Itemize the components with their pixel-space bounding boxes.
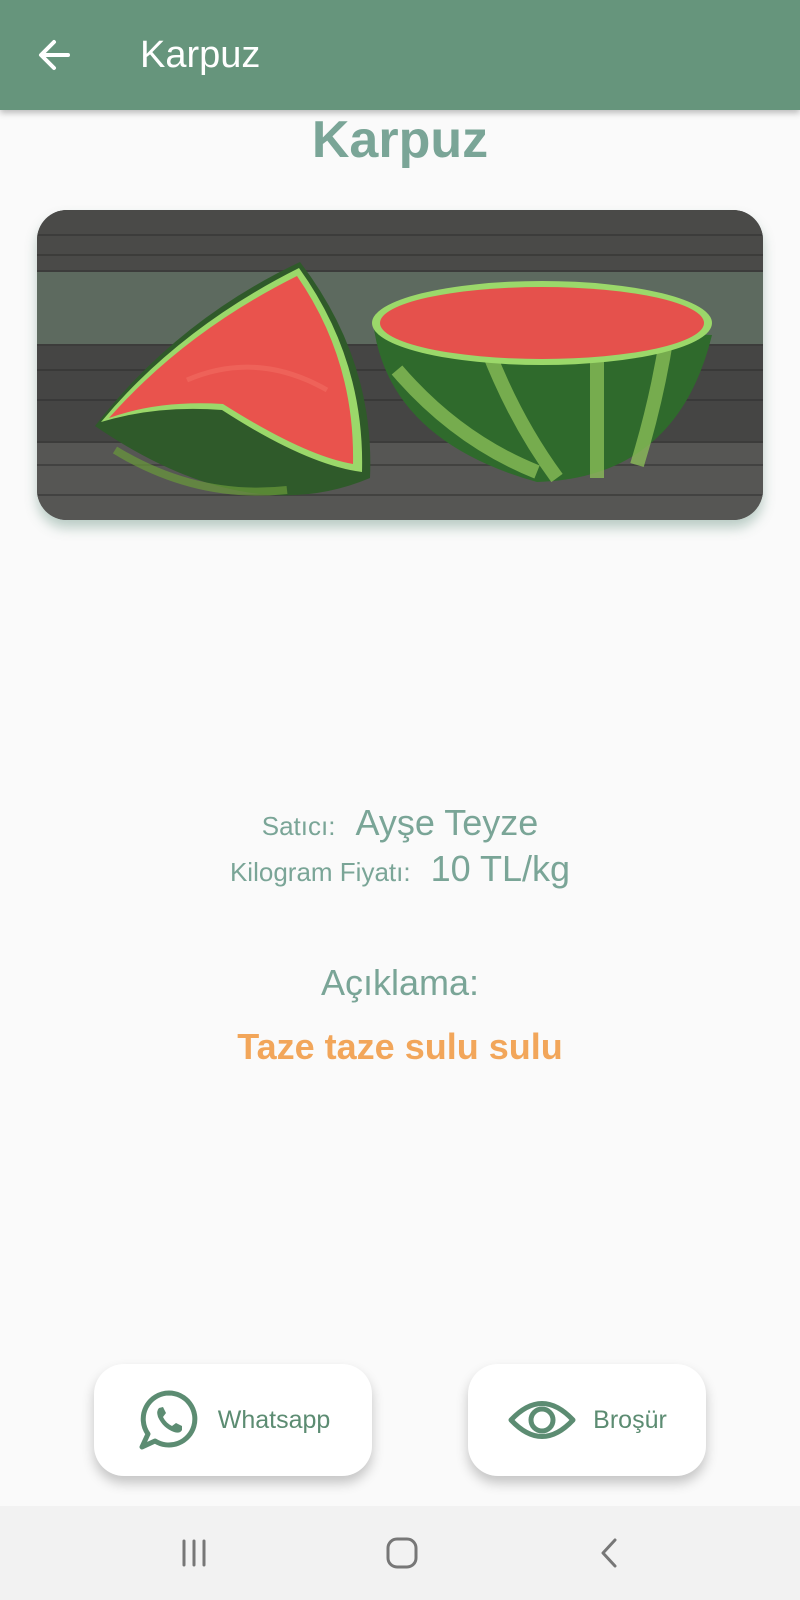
price-value: 10 TL/kg: [430, 848, 571, 889]
description-label: Açıklama:: [320, 962, 480, 1003]
product-image: [37, 210, 763, 520]
eye-icon: [507, 1395, 577, 1445]
system-nav-bar: [0, 1506, 800, 1600]
app-bar: Karpuz: [0, 0, 800, 110]
price-row: Kilogram Fiyatı: 10 TL/kg: [0, 846, 800, 892]
home-button[interactable]: [372, 1528, 432, 1578]
description-text: Taze taze sulu sulu: [237, 1026, 563, 1067]
price-label: Kilogram Fiyatı:: [229, 857, 411, 887]
back-chevron-icon: [601, 1538, 617, 1568]
brochure-label: Broşür: [593, 1405, 667, 1434]
watermelon-image: [37, 210, 763, 520]
brochure-button[interactable]: Broşür: [468, 1364, 706, 1476]
arrow-left-icon: [39, 40, 70, 70]
whatsapp-icon: [136, 1387, 202, 1453]
seller-label: Satıcı:: [261, 811, 336, 841]
recent-apps-icon: [182, 1539, 206, 1567]
seller-value: Ayşe Teyze: [355, 802, 539, 843]
app-bar-title: Karpuz: [140, 34, 261, 76]
system-back-button[interactable]: [580, 1528, 640, 1578]
recent-apps-button[interactable]: [164, 1528, 224, 1578]
product-info: Satıcı: Ayşe Teyze Kilogram Fiyatı: 10 TL/…: [0, 800, 800, 892]
whatsapp-label: Whatsapp: [217, 1405, 331, 1434]
seller-row: Satıcı: Ayşe Teyze: [0, 800, 800, 846]
back-button[interactable]: [24, 25, 84, 85]
product-title: Karpuz: [311, 111, 489, 169]
whatsapp-button[interactable]: Whatsapp: [94, 1364, 372, 1476]
home-icon: [386, 1537, 418, 1569]
